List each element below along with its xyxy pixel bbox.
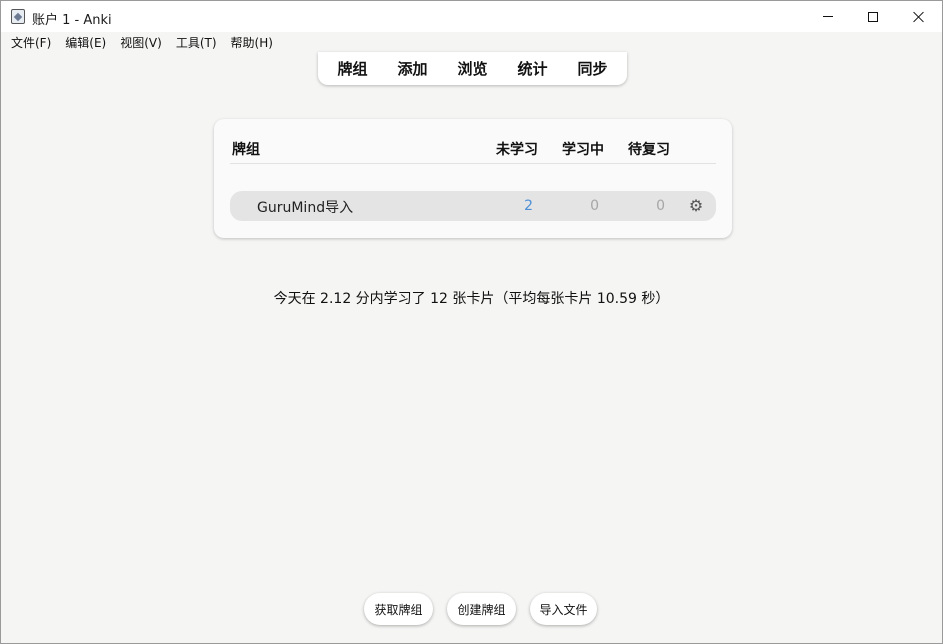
- today-study-stats: 今天在 2.12 分内学习了 12 张卡片（平均每张卡片 10.59 秒）: [273, 291, 670, 307]
- minimize-button[interactable]: [805, 1, 851, 32]
- menu-tools[interactable]: 工具(T): [176, 34, 217, 51]
- toolbar-browse[interactable]: 浏览: [443, 58, 503, 79]
- anki-app-icon: [11, 9, 25, 24]
- maximize-button[interactable]: [850, 1, 896, 32]
- anki-main-window: 账户 1 - Anki 文件(F) 编辑(E) 视图(V) 工具(T) 帮助(H…: [0, 0, 943, 644]
- header-new: 未学习: [496, 142, 538, 158]
- title-bar[interactable]: 账户 1 - Anki: [1, 1, 942, 32]
- deck-row[interactable]: GuruMind导入 2 0 0 ⚙: [230, 191, 716, 221]
- minimize-icon: [823, 16, 833, 17]
- create-deck-button[interactable]: 创建牌组: [447, 593, 516, 625]
- toolbar-sync[interactable]: 同步: [563, 58, 623, 79]
- toolbar-decks[interactable]: 牌组: [323, 58, 383, 79]
- deck-table-header: 牌组 未学习 学习中 待复习: [230, 139, 716, 164]
- window-title: 账户 1 - Anki: [32, 13, 112, 28]
- menu-bar: 文件(F) 编辑(E) 视图(V) 工具(T) 帮助(H): [1, 32, 942, 52]
- toolbar-stats[interactable]: 统计: [503, 58, 563, 79]
- maximize-icon: [868, 11, 878, 22]
- new-count: 2: [524, 198, 533, 214]
- header-deck: 牌组: [232, 142, 260, 158]
- import-file-button[interactable]: 导入文件: [530, 593, 597, 625]
- review-count: 0: [656, 198, 665, 214]
- learning-count: 0: [590, 198, 599, 214]
- deck-name-link[interactable]: GuruMind导入: [257, 197, 353, 217]
- close-button[interactable]: [896, 1, 942, 32]
- header-learning: 学习中: [562, 142, 604, 158]
- toolbar-add[interactable]: 添加: [383, 58, 443, 79]
- main-toolbar: 牌组 添加 浏览 统计 同步: [318, 52, 627, 85]
- header-review: 待复习: [628, 142, 670, 158]
- menu-file[interactable]: 文件(F): [11, 34, 51, 51]
- close-icon: [913, 11, 925, 23]
- menu-edit[interactable]: 编辑(E): [65, 34, 106, 51]
- deck-list-card: 牌组 未学习 学习中 待复习 GuruMind导入 2 0 0 ⚙: [214, 119, 732, 238]
- menu-view[interactable]: 视图(V): [120, 34, 162, 51]
- menu-help[interactable]: 帮助(H): [231, 34, 273, 51]
- get-shared-button[interactable]: 获取牌组: [364, 593, 433, 625]
- gear-icon[interactable]: ⚙: [687, 197, 705, 215]
